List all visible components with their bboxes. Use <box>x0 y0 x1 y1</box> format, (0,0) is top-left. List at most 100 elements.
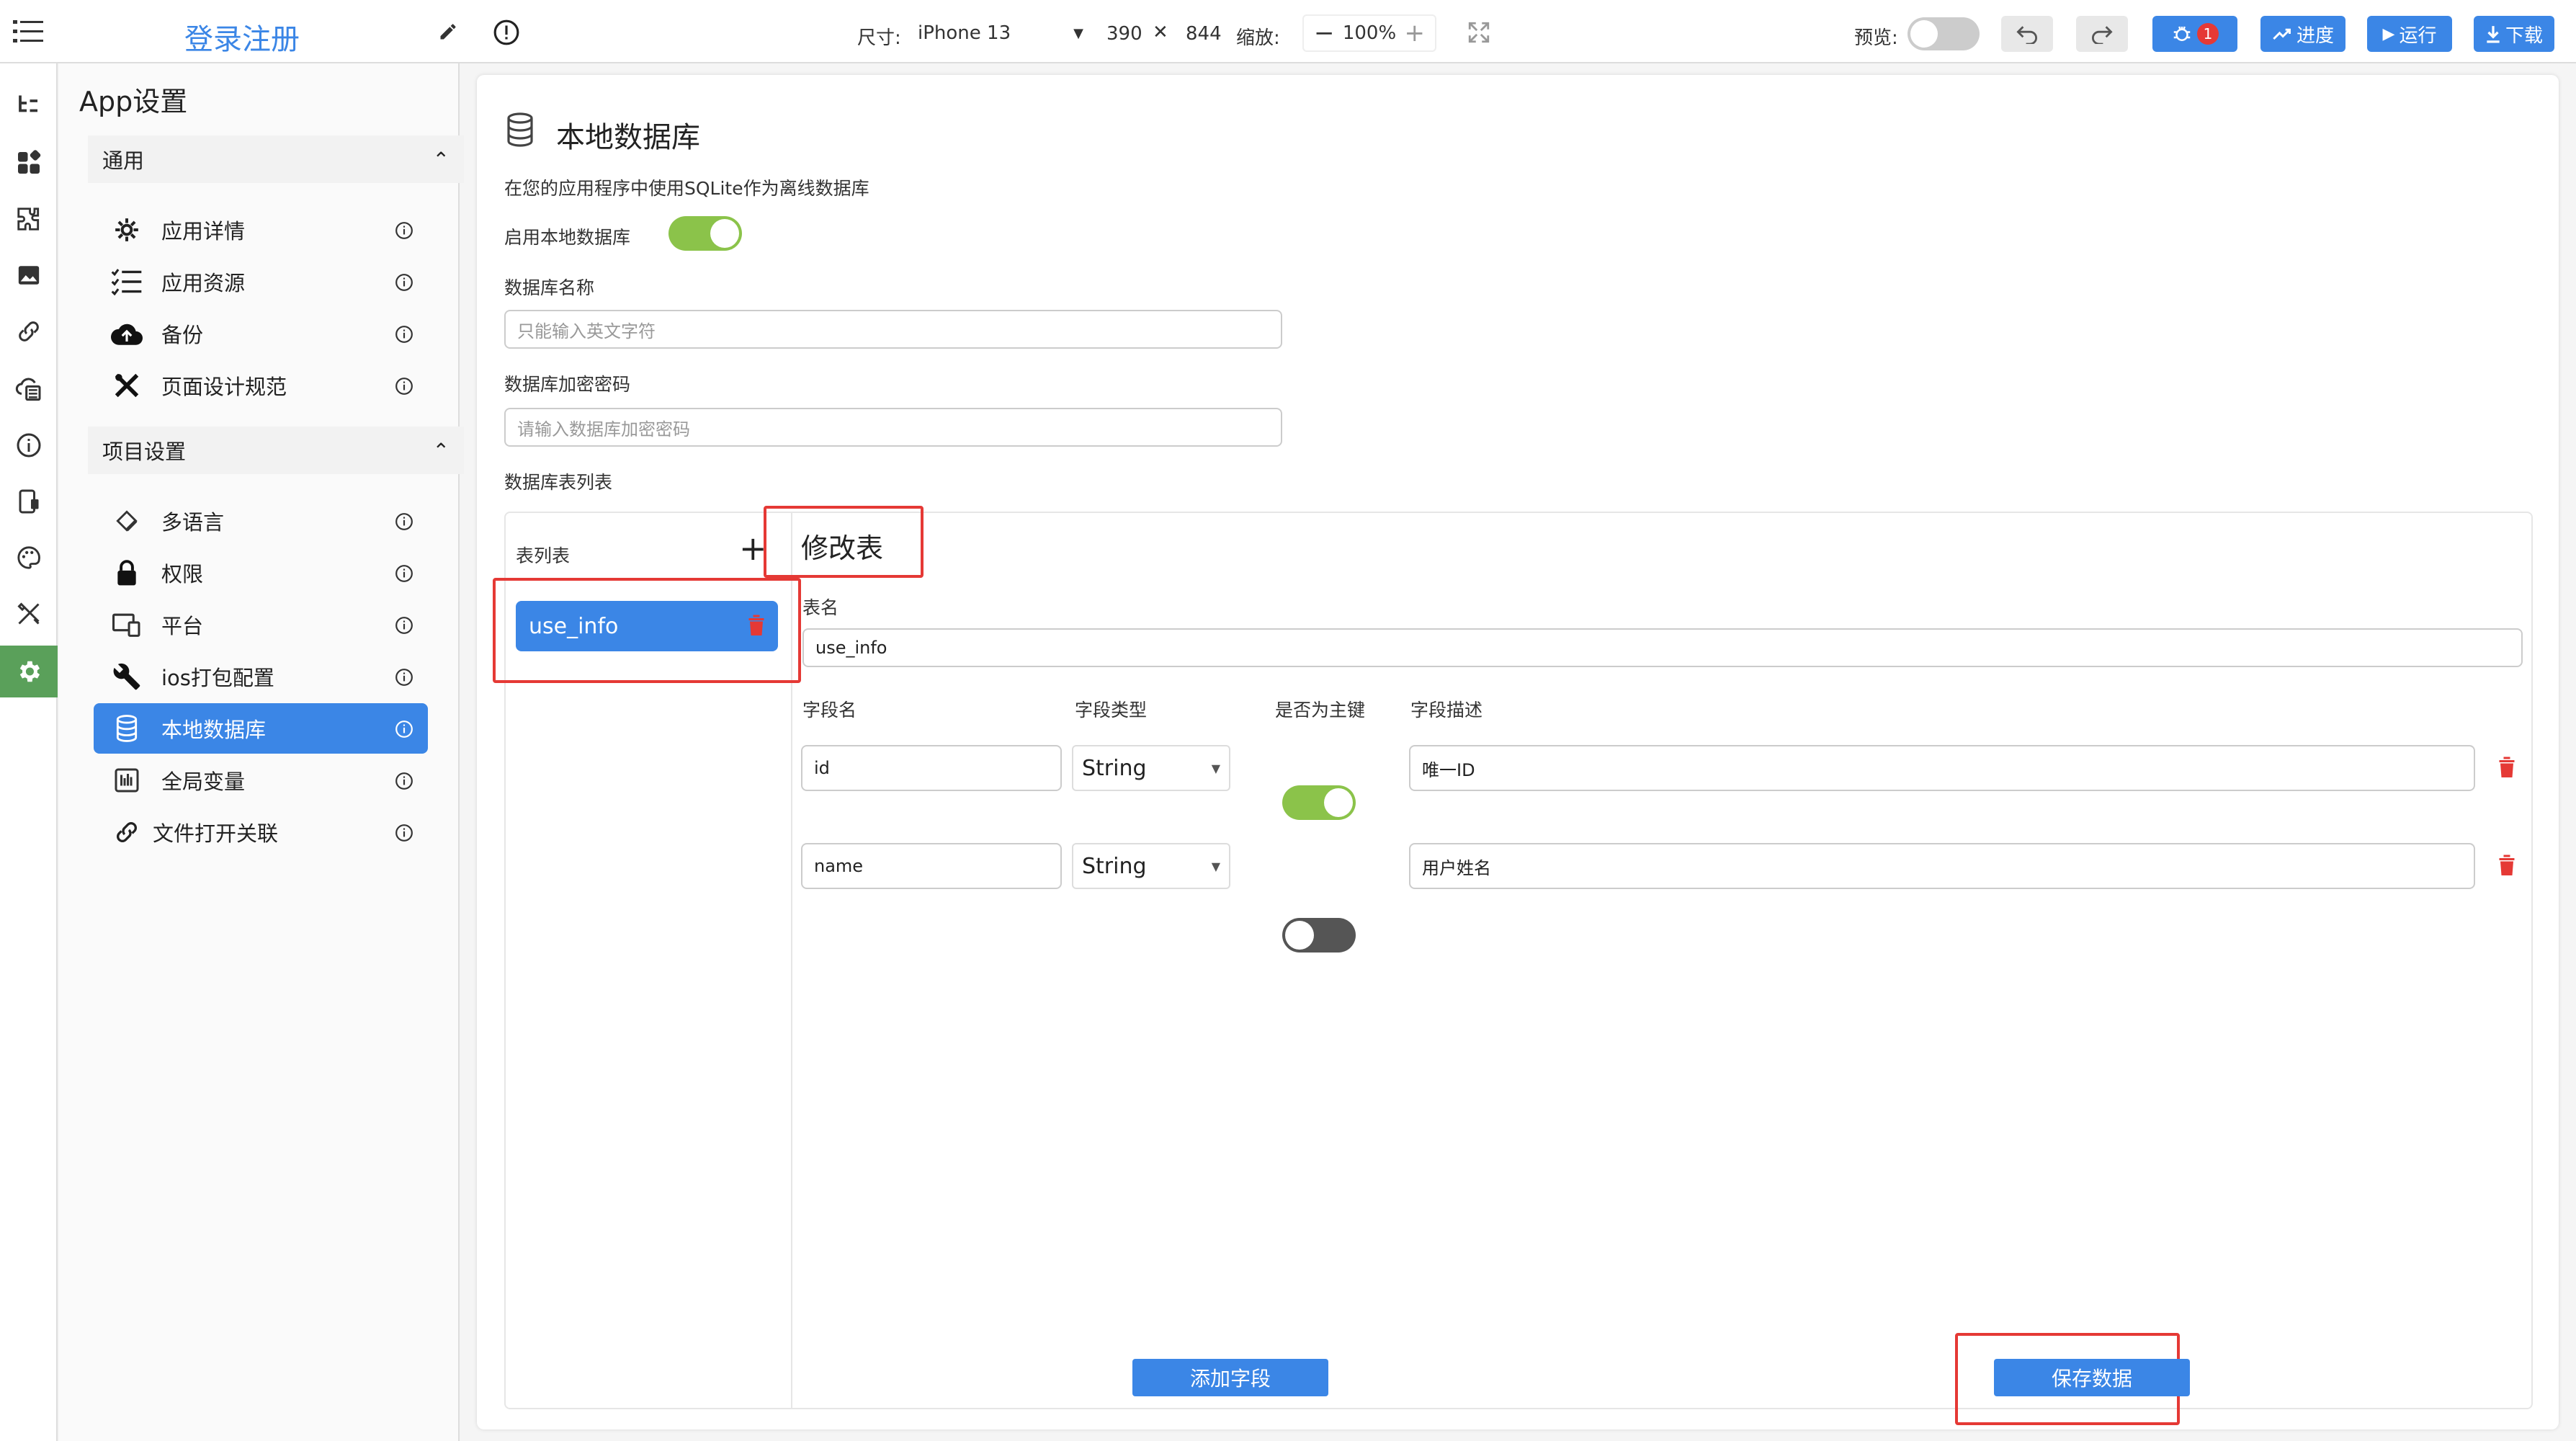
table-name-input[interactable]: use_info <box>802 628 2523 667</box>
info-icon[interactable] <box>395 272 413 291</box>
rail-tools-icon[interactable] <box>0 588 58 640</box>
menu-label: 权限 <box>161 562 204 586</box>
table-name-label: 表名 <box>802 597 839 618</box>
enable-db-toggle[interactable] <box>668 216 742 251</box>
menu-item-local-database[interactable]: 本地数据库 <box>94 703 428 754</box>
undo-button[interactable] <box>2001 16 2053 52</box>
info-icon[interactable] <box>395 376 413 395</box>
menu-label: 全局变量 <box>161 769 246 794</box>
menu-item-platform[interactable]: 平台 <box>94 599 428 650</box>
menu-item-file-association[interactable]: 文件打开关联 <box>94 807 428 857</box>
toggle-knob <box>710 219 739 248</box>
menu-icon[interactable] <box>13 17 45 46</box>
menu-label: 备份 <box>161 323 204 347</box>
field-type-select[interactable]: String ▼ <box>1072 745 1230 791</box>
primary-key-toggle[interactable] <box>1282 918 1356 953</box>
menu-item-design-spec[interactable]: 页面设计规范 <box>94 360 428 411</box>
progress-label: 进度 <box>2296 24 2334 47</box>
settings-panel: App设置 通用 ⌃ 应用详情 应用资源 备份 页面设计规范 项目设置 ⌃ 多语… <box>59 63 464 1441</box>
info-icon[interactable] <box>395 563 413 582</box>
col-field-name: 字段名 <box>802 700 857 720</box>
save-data-button[interactable]: 保存数据 <box>1994 1359 2190 1396</box>
zoom-label: 缩放: <box>1236 27 1280 49</box>
general-section-header[interactable]: 通用 ⌃ <box>88 135 464 183</box>
menu-item-permissions[interactable]: 权限 <box>94 548 428 598</box>
language-icon <box>111 505 143 537</box>
rail-tree-icon[interactable] <box>0 79 58 131</box>
rail-cloud-data-icon[interactable] <box>0 362 58 414</box>
project-title[interactable]: 登录注册 <box>184 16 300 58</box>
info-icon[interactable] <box>395 823 413 842</box>
rail-components-icon[interactable] <box>0 137 58 189</box>
debug-button[interactable]: 1 <box>2152 16 2237 52</box>
delete-field-icon[interactable] <box>2498 755 2515 781</box>
rail-palette-icon[interactable] <box>0 532 58 584</box>
progress-button[interactable]: 进度 <box>2260 16 2345 52</box>
project-section-header[interactable]: 项目设置 ⌃ <box>88 427 464 474</box>
zoom-out-icon[interactable]: − <box>1314 19 1335 48</box>
info-icon[interactable] <box>395 324 413 343</box>
info-icon[interactable] <box>395 220 413 239</box>
menu-item-global-variables[interactable]: 全局变量 <box>94 755 428 806</box>
primary-key-toggle[interactable] <box>1282 785 1356 820</box>
info-icon[interactable] <box>395 771 413 790</box>
field-desc-input[interactable]: 唯一ID <box>1409 745 2475 791</box>
height-value[interactable]: 844 <box>1186 23 1222 45</box>
device-value: iPhone 13 <box>918 22 1011 44</box>
info-icon[interactable] <box>395 667 413 686</box>
add-table-icon[interactable]: + <box>739 529 767 568</box>
zoom-in-icon[interactable]: + <box>1405 19 1426 48</box>
preview-toggle[interactable] <box>1908 17 1980 50</box>
menu-label: 应用详情 <box>161 219 246 244</box>
menu-item-app-details[interactable]: 应用详情 <box>94 205 428 255</box>
left-icon-rail <box>0 63 58 1441</box>
devices-icon <box>111 609 143 641</box>
rail-plugin-icon[interactable] <box>0 193 58 245</box>
field-name-input[interactable]: id <box>801 745 1062 791</box>
table-list-header: 表列表 <box>516 545 571 566</box>
field-type-value: String <box>1082 755 1147 781</box>
db-password-input[interactable]: 请输入数据库加密密码 <box>504 408 1282 447</box>
info-icon[interactable] <box>395 615 413 634</box>
edit-title-icon[interactable] <box>438 22 458 45</box>
info-icon[interactable] <box>395 719 413 738</box>
field-desc-input[interactable]: 用户姓名 <box>1409 843 2475 889</box>
menu-item-app-resources[interactable]: 应用资源 <box>94 256 428 307</box>
info-icon[interactable] <box>395 512 413 530</box>
fullscreen-icon[interactable] <box>1467 20 1491 48</box>
undo-icon <box>2016 26 2037 44</box>
width-value[interactable]: 390 <box>1106 23 1142 45</box>
field-name-input[interactable]: name <box>801 843 1062 889</box>
rail-settings-icon[interactable] <box>0 646 58 697</box>
times-icon: ✕ <box>1153 22 1168 43</box>
rail-device-icon[interactable] <box>0 476 58 527</box>
download-icon <box>2487 26 2500 43</box>
download-button[interactable]: 下载 <box>2474 16 2554 52</box>
redo-button[interactable] <box>2076 16 2128 52</box>
rail-image-icon[interactable] <box>0 249 58 301</box>
general-header-label: 通用 <box>102 148 145 173</box>
db-name-input[interactable]: 只能输入英文字符 <box>504 310 1282 349</box>
menu-item-ios-build[interactable]: ios打包配置 <box>94 651 428 702</box>
chevron-up-icon: ⌃ <box>432 147 450 171</box>
table-item-use-info[interactable]: use_info <box>516 601 778 651</box>
device-select[interactable]: iPhone 13 ▼ <box>918 20 1083 46</box>
run-button[interactable]: ▶ 运行 <box>2367 16 2452 52</box>
delete-table-icon[interactable] <box>748 614 765 638</box>
delete-field-icon[interactable] <box>2498 853 2515 879</box>
checklist-icon <box>111 266 143 298</box>
lock-icon <box>111 557 143 589</box>
play-icon: ▶ <box>2382 24 2395 43</box>
rail-link-icon[interactable] <box>0 305 58 357</box>
field-type-select[interactable]: String ▼ <box>1072 843 1230 889</box>
alert-icon[interactable] <box>493 19 520 49</box>
field-type-value: String <box>1082 853 1147 879</box>
preview-label: 预览: <box>1854 27 1898 49</box>
cloud-upload-icon <box>111 318 143 349</box>
add-field-button[interactable]: 添加字段 <box>1132 1359 1328 1396</box>
menu-item-backup[interactable]: 备份 <box>94 308 428 359</box>
database-icon <box>111 713 143 744</box>
menu-item-languages[interactable]: 多语言 <box>94 496 428 546</box>
zoom-value: 100% <box>1342 22 1397 44</box>
rail-info-icon[interactable] <box>0 419 58 471</box>
